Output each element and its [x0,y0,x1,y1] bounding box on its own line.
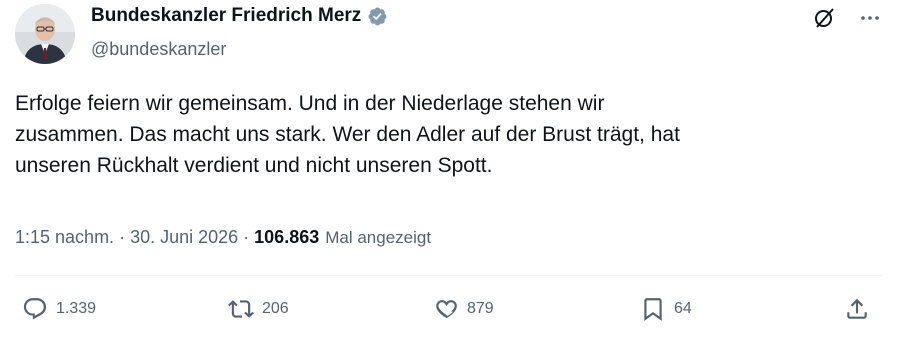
author-handle[interactable]: @bundeskanzler [91,39,226,60]
avatar[interactable] [15,4,75,64]
retweet-icon [228,300,254,318]
like-icon [436,300,457,319]
retweet-button[interactable]: 206 [228,296,289,322]
like-count: 879 [467,300,494,317]
views-count[interactable]: 106.863 [254,227,319,248]
tweet-text-line: Erfolge feiern wir gemeinsam. Und in der… [15,92,605,115]
tweet-time[interactable]: 1:15 nachm. [15,227,114,248]
author-name-row: Bundeskanzler Friedrich Merz [91,5,388,27]
reply-button[interactable]: 1.339 [22,296,96,322]
share-icon [847,298,867,319]
reply-icon [23,298,47,320]
avatar-portrait-image [15,4,75,64]
meta-separator: · [114,227,131,247]
divider [15,275,882,276]
tweet-text-line: unseren Rückhalt verdient und nicht unse… [15,154,493,177]
reply-count: 1.339 [56,300,97,317]
author-display-name[interactable]: Bundeskanzler Friedrich Merz [91,5,361,27]
tweet-text: Erfolge feiern wir gemeinsam. Und in der… [15,88,875,181]
bookmark-count: 64 [674,300,692,317]
like-button[interactable]: 879 [433,296,494,322]
more-icon[interactable] [858,6,882,30]
verified-badge-icon[interactable] [367,6,388,27]
views-label: Mal angezeigt [325,228,432,247]
grok-icon[interactable] [812,6,836,30]
bookmark-icon [644,298,662,321]
tweet-text-line: zusammen. Das macht uns stark. Wer den A… [15,123,680,146]
bookmark-button[interactable]: 64 [640,296,692,322]
tweet-top-actions [812,6,882,30]
tweet-meta: 1:15 nachm. · 30. Juni 2026 · 106.863 Ma… [15,227,431,248]
tweet-date[interactable]: 30. Juni 2026 [130,227,238,248]
tweet-actions: 1.339 206 879 64 [0,296,900,336]
meta-separator: · [238,227,255,247]
retweet-count: 206 [262,300,289,317]
share-button[interactable] [844,296,870,322]
